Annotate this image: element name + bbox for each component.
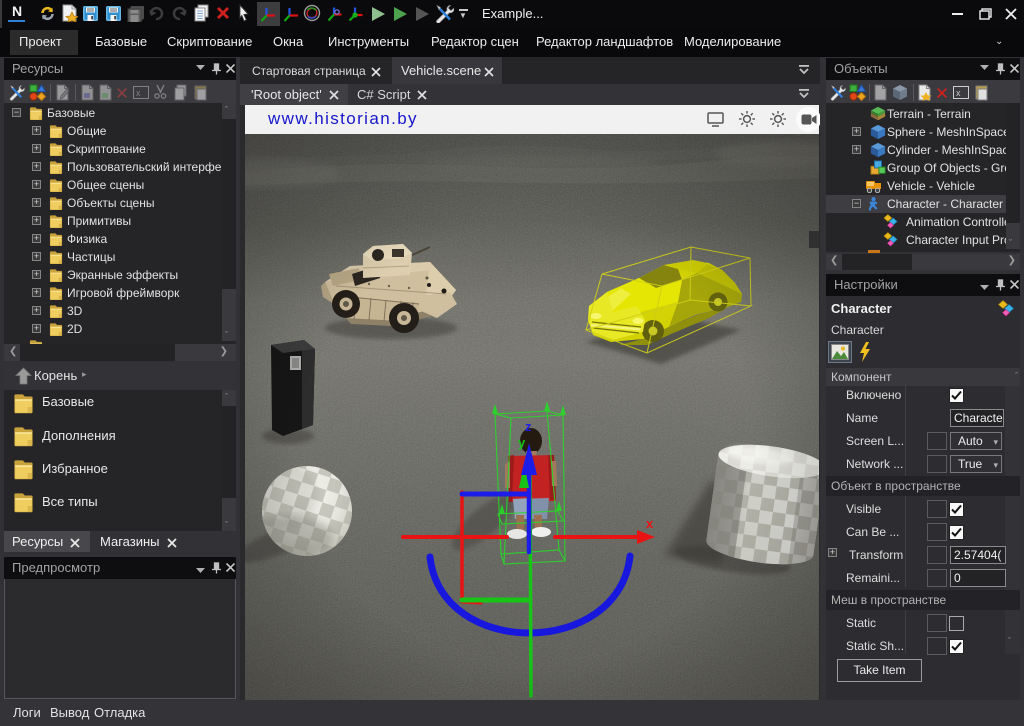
- svg-text:x: x: [136, 88, 141, 98]
- svg-text:x: x: [956, 88, 961, 98]
